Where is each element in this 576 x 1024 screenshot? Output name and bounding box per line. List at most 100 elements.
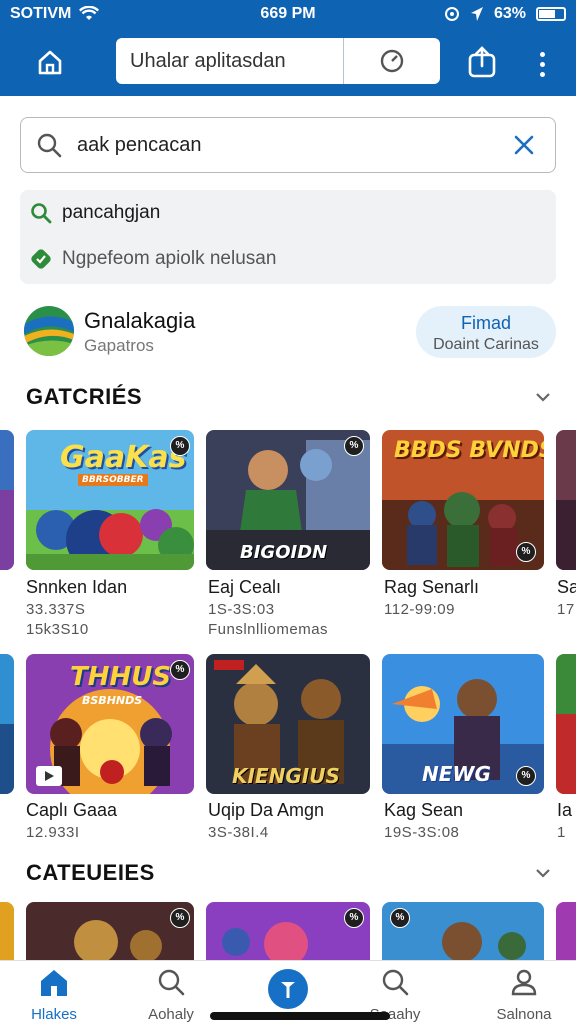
more-options-button[interactable]: [528, 44, 556, 84]
game-art-subtitle: BSBHNDS: [82, 694, 143, 707]
chevron-down-icon[interactable]: [534, 864, 552, 882]
search-icon: [31, 203, 52, 224]
game-meta: Funslnlliomemas: [208, 621, 329, 638]
home-icon: [41, 970, 67, 996]
check-tag-icon: [31, 249, 51, 269]
suggestion-item[interactable]: pancahgjan: [30, 202, 160, 224]
app-action-button[interactable]: Fimad Doaint Carinas: [416, 306, 556, 358]
game-title: Kag Sean: [384, 800, 464, 820]
game-thumbnail: GaaKas BBRSOBBER %: [26, 430, 194, 570]
play-icon: [36, 766, 62, 786]
app-subtitle: Gapatros: [84, 336, 154, 355]
section-title: CATEUEIES: [26, 860, 155, 885]
game-meta: 112-99:09: [384, 601, 455, 618]
suggestion-label: Ngpefeom apiolk nelusan: [62, 248, 277, 269]
game-title: Caplı Gaaa: [26, 800, 118, 820]
game-thumbnail: NEWG %: [382, 654, 544, 794]
search-icon: [382, 969, 409, 996]
close-icon: [514, 135, 534, 155]
game-thumbnail: KIENGIUS: [206, 654, 370, 794]
featured-app-row[interactable]: Gnalakagia Gapatros Fimad Doaint Carinas: [24, 304, 564, 362]
game-meta: 17: [557, 601, 575, 618]
game-thumbnail[interactable]: %: [26, 902, 194, 960]
game-meta: 19S-3S:08: [384, 824, 460, 841]
rating-badge-icon: %: [516, 542, 536, 562]
game-meta: 12.933I: [26, 824, 80, 841]
game-art-title: GaaKas: [60, 440, 187, 475]
game-thumbnail-partial[interactable]: [0, 430, 14, 570]
game-thumbnail: BBDS BVNDS %: [382, 430, 544, 570]
rating-badge-icon: %: [170, 908, 190, 928]
clock-icon: [380, 49, 404, 73]
clear-search-button[interactable]: [493, 134, 555, 156]
game-thumbnail[interactable]: %: [206, 902, 370, 960]
status-bar: SOTIVM 669 PM 63%: [0, 0, 576, 28]
address-bar[interactable]: Uhalar aplitasdan: [116, 38, 440, 84]
game-thumbnail: [556, 654, 576, 794]
home-indicator[interactable]: [210, 1012, 390, 1020]
game-thumbnail: [556, 430, 576, 570]
game-art-subtitle: BBRSOBBER: [78, 474, 148, 486]
app-action-label: Fimad: [460, 313, 511, 333]
history-button[interactable]: [344, 38, 440, 84]
nav-tab-activity[interactable]: Aohaly: [121, 967, 221, 1023]
app-logo: [24, 306, 74, 356]
app-name: Gnalakagia: [84, 308, 196, 333]
game-label-tag: [214, 660, 244, 670]
game-meta: 1S-3S:03: [208, 601, 275, 618]
nav-tab-home[interactable]: Hlakes: [4, 967, 104, 1023]
app-header: SOTIVM 669 PM 63% Uhalar aplitasdan: [0, 0, 576, 96]
game-thumbnail-partial[interactable]: [556, 902, 576, 960]
address-text[interactable]: Uhalar aplitasdan: [116, 38, 344, 84]
section-title: GATCRIÉS: [26, 384, 143, 409]
game-thumbnail-partial[interactable]: [0, 654, 14, 794]
game-title: Rag Senarlı: [384, 577, 480, 597]
rating-badge-icon: %: [344, 436, 364, 456]
game-thumbnail: THHUS BSBHNDS %: [26, 654, 194, 794]
game-title: Eaj Cealı: [208, 577, 282, 597]
navigation-arrow-icon: [470, 7, 483, 21]
browser-toolbar: Uhalar aplitasdan: [0, 36, 576, 86]
share-button[interactable]: [462, 40, 502, 84]
search-field[interactable]: aak pencacan: [20, 117, 556, 173]
game-title: Ia: [557, 800, 573, 820]
game-thumbnail-partial[interactable]: [0, 902, 14, 960]
rating-badge-icon: %: [390, 908, 410, 928]
suggestion-item[interactable]: Ngpefeom apiolk nelusan: [30, 248, 276, 270]
nav-tab-label: Salnona: [496, 1006, 552, 1023]
nav-tab-label: Hlakes: [31, 1006, 77, 1023]
location-icon: [444, 7, 459, 21]
search-icon: [158, 969, 185, 996]
game-title: Sa: [557, 577, 576, 597]
suggestion-label: pancahgjan: [62, 202, 161, 223]
game-art-title: KIENGIUS: [232, 764, 340, 788]
nav-tab-center[interactable]: [268, 969, 308, 1009]
home-button[interactable]: [28, 40, 72, 84]
app-action-sublabel: Doaint Carinas: [433, 336, 539, 353]
game-thumbnail[interactable]: %: [382, 902, 544, 960]
game-title: Snnken Idan: [26, 577, 128, 597]
game-art-title: BBDS BVNDS: [394, 438, 544, 463]
battery-icon: [536, 7, 566, 21]
game-art-title: BIGOIDN: [240, 542, 328, 563]
game-art-title: THHUS: [70, 662, 172, 692]
game-title: Uqip Da Amgn: [208, 800, 325, 820]
compass-pin-icon: [281, 982, 295, 998]
game-meta: 15k3S10: [26, 621, 89, 638]
share-icon: [468, 46, 496, 78]
dot-icon: [539, 61, 545, 67]
game-art-title: NEWG: [422, 762, 491, 786]
game-thumbnail: BIGOIDN %: [206, 430, 370, 570]
rating-badge-icon: %: [516, 766, 536, 786]
chevron-down-icon[interactable]: [534, 388, 552, 406]
rating-badge-icon: %: [344, 908, 364, 928]
person-icon: [511, 969, 537, 996]
rating-badge-icon: %: [170, 436, 190, 456]
search-suggestions: pancahgjan Ngpefeom apiolk nelusan: [20, 190, 556, 284]
nav-tab-label: Aohaly: [148, 1006, 194, 1023]
dot-icon: [539, 51, 545, 57]
search-query[interactable]: aak pencacan: [77, 134, 493, 157]
game-meta: 33.337S: [26, 601, 86, 618]
nav-tab-profile[interactable]: Salnona: [474, 967, 574, 1023]
home-icon: [38, 50, 62, 75]
